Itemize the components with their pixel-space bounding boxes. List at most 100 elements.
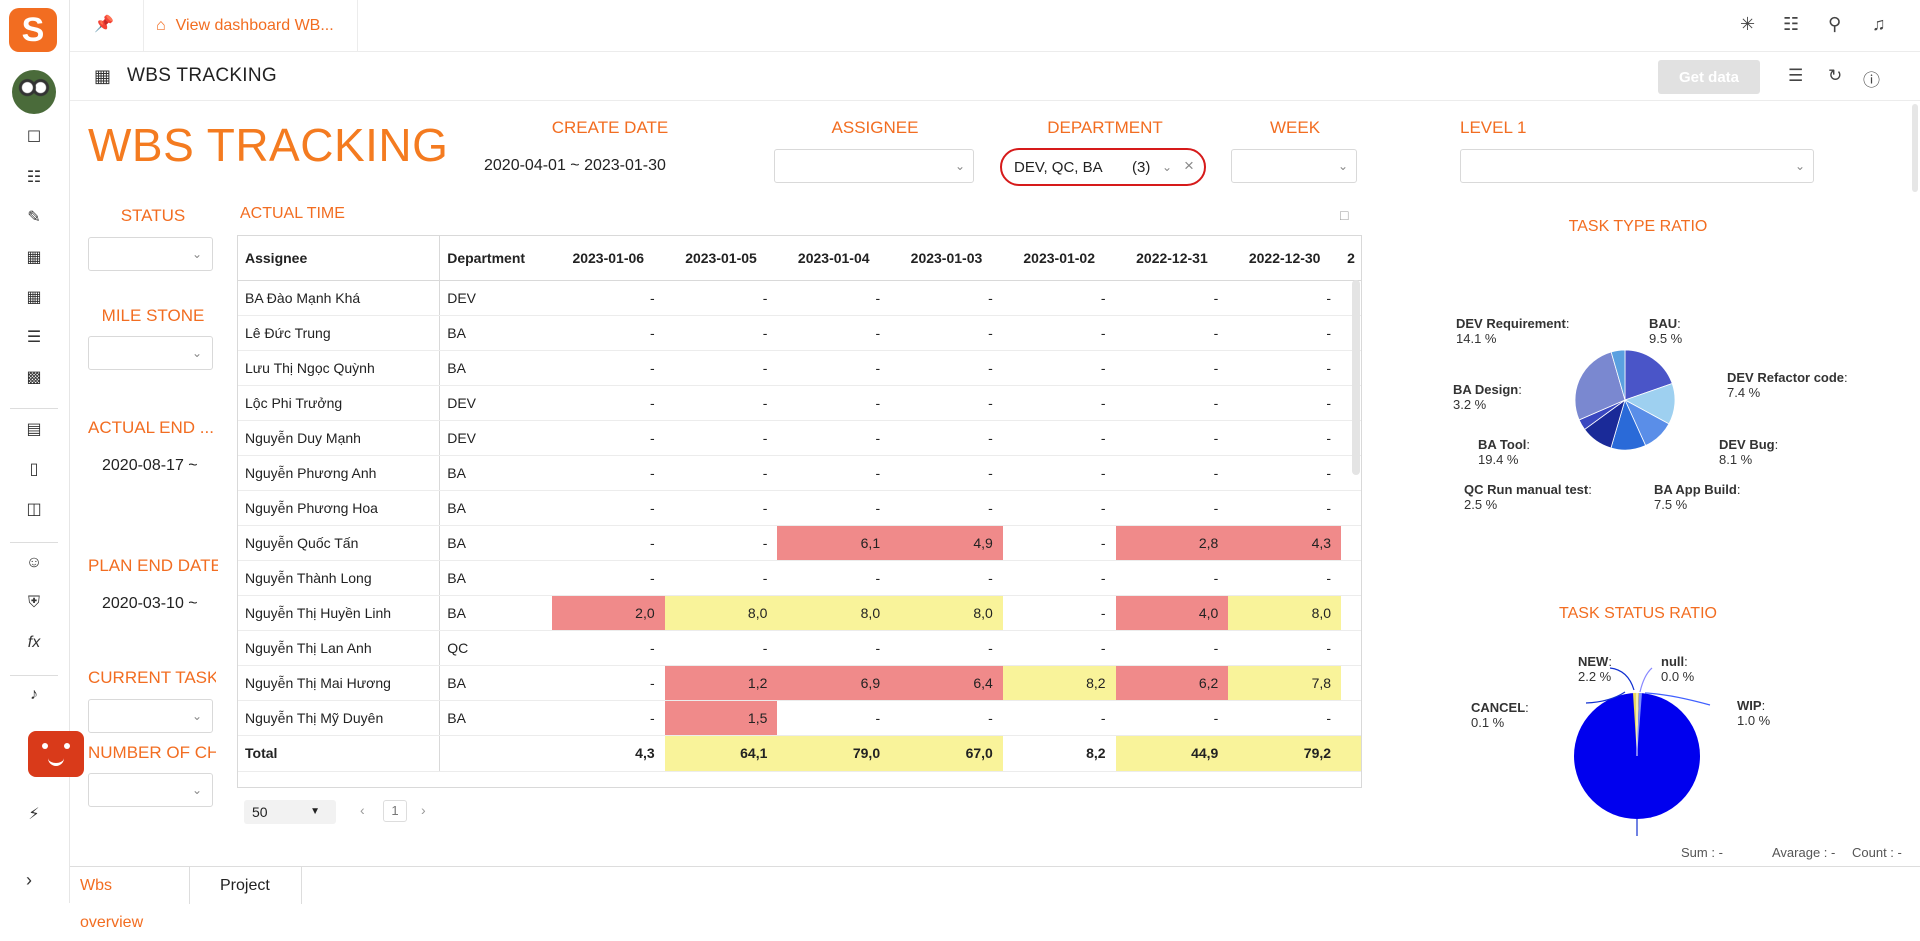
comment-icon[interactable]: □	[1340, 207, 1348, 223]
bell-settings-icon[interactable]: ♪	[24, 685, 44, 705]
caret-down-icon: ▼	[310, 806, 320, 817]
next-page-icon[interactable]: ›	[421, 802, 426, 818]
column-header[interactable]: 2023-01-06	[551, 236, 665, 281]
list-icon[interactable]: ☰	[24, 328, 44, 348]
plan-end-label: PLAN END DATE	[88, 556, 218, 575]
value-cell: -	[890, 280, 1003, 316]
prev-page-icon[interactable]: ‹	[360, 802, 365, 818]
column-header[interactable]: 2023-01-03	[890, 236, 1003, 281]
value-cell: -	[551, 420, 665, 456]
report-settings-icon[interactable]: ▤	[24, 420, 44, 440]
column-header[interactable]: 2	[1341, 236, 1361, 281]
column-header[interactable]: 2022-12-30	[1228, 236, 1342, 281]
page-size-select[interactable]: 50 ▼	[244, 800, 336, 824]
value-cell: -	[890, 455, 1003, 491]
info-icon[interactable]: ⓘ	[1863, 66, 1880, 91]
get-data-button[interactable]: Get data	[1658, 60, 1760, 94]
department-cell: BA	[439, 665, 552, 701]
column-header[interactable]: Department	[439, 236, 552, 281]
department-value: DEV, QC, BA	[1014, 159, 1103, 176]
tab-wbs-overview[interactable]: Wbs overview	[70, 867, 190, 931]
page-scrollbar[interactable]	[1912, 104, 1918, 192]
current-task-select[interactable]: ⌄	[88, 699, 213, 733]
value-cell: -	[777, 280, 891, 316]
edit-document-icon[interactable]: ✎	[24, 208, 44, 228]
create-date-value[interactable]: 2020-04-01 ~ 2023-01-30	[484, 157, 666, 175]
department-select[interactable]: DEV, QC, BA (3) ⌄ ×	[1000, 148, 1206, 186]
value-cell: -	[890, 630, 1003, 666]
tab-project[interactable]: Project	[190, 867, 302, 904]
plan-end-value[interactable]: 2020-03-10 ~	[102, 595, 198, 613]
department-cell: BA	[439, 455, 552, 491]
pin-icon[interactable]: 📌	[94, 14, 114, 34]
value-cell: -	[551, 525, 665, 561]
dashboard-icon[interactable]: ▦	[24, 248, 44, 268]
calculator-icon[interactable]: ▦	[24, 288, 44, 308]
table-row[interactable]: Nguyễn Duy Mạnh DEV - - - - - - -	[238, 420, 1361, 456]
table-row[interactable]: Nguyễn Phương Anh BA - - - - - - -	[238, 455, 1361, 491]
column-header[interactable]: 2023-01-04	[777, 236, 891, 281]
value-cell: 44,9	[1115, 734, 1229, 772]
avatar[interactable]	[12, 70, 56, 114]
refresh-icon[interactable]: ↻	[1828, 66, 1842, 86]
org-chart-icon[interactable]: ☷	[24, 168, 44, 188]
total-row[interactable]: Total 4,3 64,1 79,0 67,0 8,2 44,9 79,2	[238, 734, 1361, 772]
column-header[interactable]: 2023-01-05	[664, 236, 778, 281]
app-logo[interactable]: S	[9, 8, 57, 52]
briefcase-icon[interactable]: ☐	[24, 128, 44, 148]
chatbot-mascot-icon[interactable]	[28, 731, 84, 777]
week-select[interactable]: ⌄	[1231, 149, 1357, 183]
apps-add-icon[interactable]: ▩	[24, 368, 44, 388]
table-row[interactable]: Nguyễn Thị Lan Anh QC - - - - - - -	[238, 630, 1361, 666]
value-cell: -	[1002, 700, 1116, 736]
column-header[interactable]: Assignee	[238, 236, 440, 281]
table-row[interactable]: Nguyễn Thị Mai Hương BA -1,2 6,9 6,4 8,2 6,2 7,…	[238, 665, 1361, 701]
department-cell	[439, 734, 552, 772]
level1-select[interactable]: ⌄	[1460, 149, 1814, 183]
number-of-ch-select[interactable]: ⌄	[88, 773, 213, 807]
table-row[interactable]: Nguyễn Thành Long BA - - - - - - -	[238, 560, 1361, 596]
file-icon[interactable]: ▯	[24, 460, 44, 480]
pie-label-dev-refactor: DEV Refactor code: 7.4 %	[1727, 370, 1848, 400]
status-select[interactable]: ⌄	[88, 237, 213, 271]
clear-icon[interactable]: ×	[1184, 156, 1194, 176]
search-icon[interactable]: ⚲	[1828, 14, 1841, 35]
notification-bell-icon[interactable]: ♫	[1872, 14, 1886, 35]
shield-icon[interactable]: ⛨	[24, 593, 44, 613]
value-cell: -	[1115, 700, 1229, 736]
function-icon[interactable]: fx	[24, 633, 44, 653]
value-cell: -	[1228, 490, 1342, 526]
value-cell	[1341, 595, 1361, 631]
sparkle-icon[interactable]: ✳	[1740, 14, 1755, 35]
assignee-cell: Nguyễn Phương Anh	[238, 455, 440, 491]
expand-sidebar-icon[interactable]: ›	[26, 870, 32, 891]
actual-end-value[interactable]: 2020-08-17 ~	[102, 457, 198, 475]
value-cell: -	[664, 630, 778, 666]
table-row[interactable]: Nguyễn Thị Huyền Linh BA 2,0 8,0 8,0 8,0-4,0 8…	[238, 595, 1361, 631]
table-row[interactable]: Lưu Thị Ngọc Quỳnh BA - - - - - - -	[238, 350, 1361, 386]
assignee-select[interactable]: ⌄	[774, 149, 974, 183]
value-cell: -	[664, 455, 778, 491]
table-row[interactable]: Nguyễn Thị Mỹ Duyên BA -1,5- - - - -	[238, 700, 1361, 736]
filter-icon[interactable]: ☰	[1788, 66, 1803, 86]
table-row[interactable]: Lộc Phi Trưởng DEV - - - - - - -	[238, 385, 1361, 421]
page-number[interactable]: 1	[383, 800, 407, 822]
user-settings-icon[interactable]: ☺	[24, 553, 44, 573]
table-row[interactable]: Nguyễn Phương Hoa BA - - - - - - -	[238, 490, 1361, 526]
column-header[interactable]: 2022-12-31	[1115, 236, 1229, 281]
table-scrollbar[interactable]	[1352, 280, 1360, 475]
table-row[interactable]: Nguyễn Quốc Tấn BA - -6,1 4,9-2,8 4,3	[238, 525, 1361, 561]
value-cell: -	[664, 420, 778, 456]
table-row[interactable]: BA Đào Mạnh Khá DEV - - - - - - -	[238, 280, 1361, 316]
chevron-down-icon: ⌄	[1337, 159, 1348, 173]
plug-icon[interactable]: ⚡	[24, 805, 44, 825]
tab-view-dashboard[interactable]: ⌂ View dashboard WB...	[143, 0, 358, 52]
pie-label-bau: BAU: 9.5 %	[1649, 316, 1683, 346]
assignee-cell: Nguyễn Duy Mạnh	[238, 420, 440, 456]
database-settings-icon[interactable]: ◫	[24, 500, 44, 520]
column-header[interactable]: 2023-01-02	[1002, 236, 1116, 281]
table-row[interactable]: Lê Đức Trung BA - - - - - - -	[238, 315, 1361, 351]
value-cell: 4,9	[890, 525, 1003, 561]
apps-grid-icon[interactable]: ☷	[1783, 14, 1799, 35]
milestone-select[interactable]: ⌄	[88, 336, 213, 370]
